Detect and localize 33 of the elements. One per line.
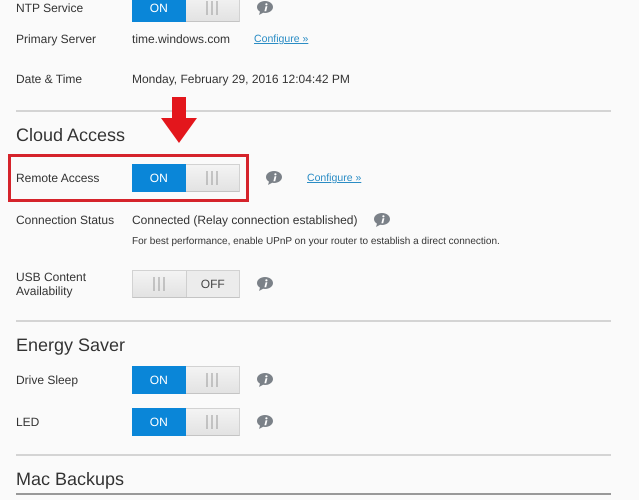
grip-icon	[206, 1, 218, 15]
section-heading: Cloud Access	[16, 124, 126, 147]
toggle-switch[interactable]: ON	[132, 408, 240, 436]
toggle-switch[interactable]: ON	[132, 164, 240, 192]
setting-value: Monday, February 29, 2016 12:04:42 PM	[132, 72, 350, 86]
toggle-switch[interactable]: ON	[132, 366, 240, 394]
grip-icon	[153, 277, 166, 291]
toggle-switch[interactable]: OFF	[132, 270, 240, 298]
setting-label: NTP Service	[16, 1, 84, 15]
section-heading: Mac Backups	[16, 468, 126, 491]
info-icon[interactable]	[256, 276, 274, 292]
setting-value: time.windows.com	[132, 32, 230, 46]
setting-value: Connected (Relay connection established)	[132, 213, 358, 227]
grip-icon	[206, 373, 218, 387]
info-icon[interactable]	[256, 372, 274, 388]
setting-label: USB Content Availability	[16, 270, 88, 298]
setting-label: Drive Sleep	[16, 373, 80, 387]
setting-label: LED	[16, 415, 40, 429]
setting-label: Connection Status	[16, 213, 116, 227]
hint-text: For best performance, enable UPnP on your router to establish a direct connection.	[132, 236, 501, 247]
toggle-switch[interactable]: ON	[132, 0, 240, 22]
setting-label: Remote Access	[16, 171, 100, 185]
grip-icon	[206, 415, 218, 429]
info-icon[interactable]	[256, 414, 274, 430]
setting-label: Primary Server	[16, 32, 98, 46]
configure-link[interactable]: Configure »	[307, 172, 362, 184]
setting-label: Date & Time	[16, 72, 84, 86]
section-heading: Energy Saver	[16, 334, 126, 357]
info-icon[interactable]	[373, 212, 392, 228]
configure-link[interactable]: Configure »	[254, 33, 308, 45]
info-icon[interactable]	[265, 170, 283, 186]
info-icon[interactable]	[256, 0, 274, 16]
grip-icon	[206, 171, 218, 185]
